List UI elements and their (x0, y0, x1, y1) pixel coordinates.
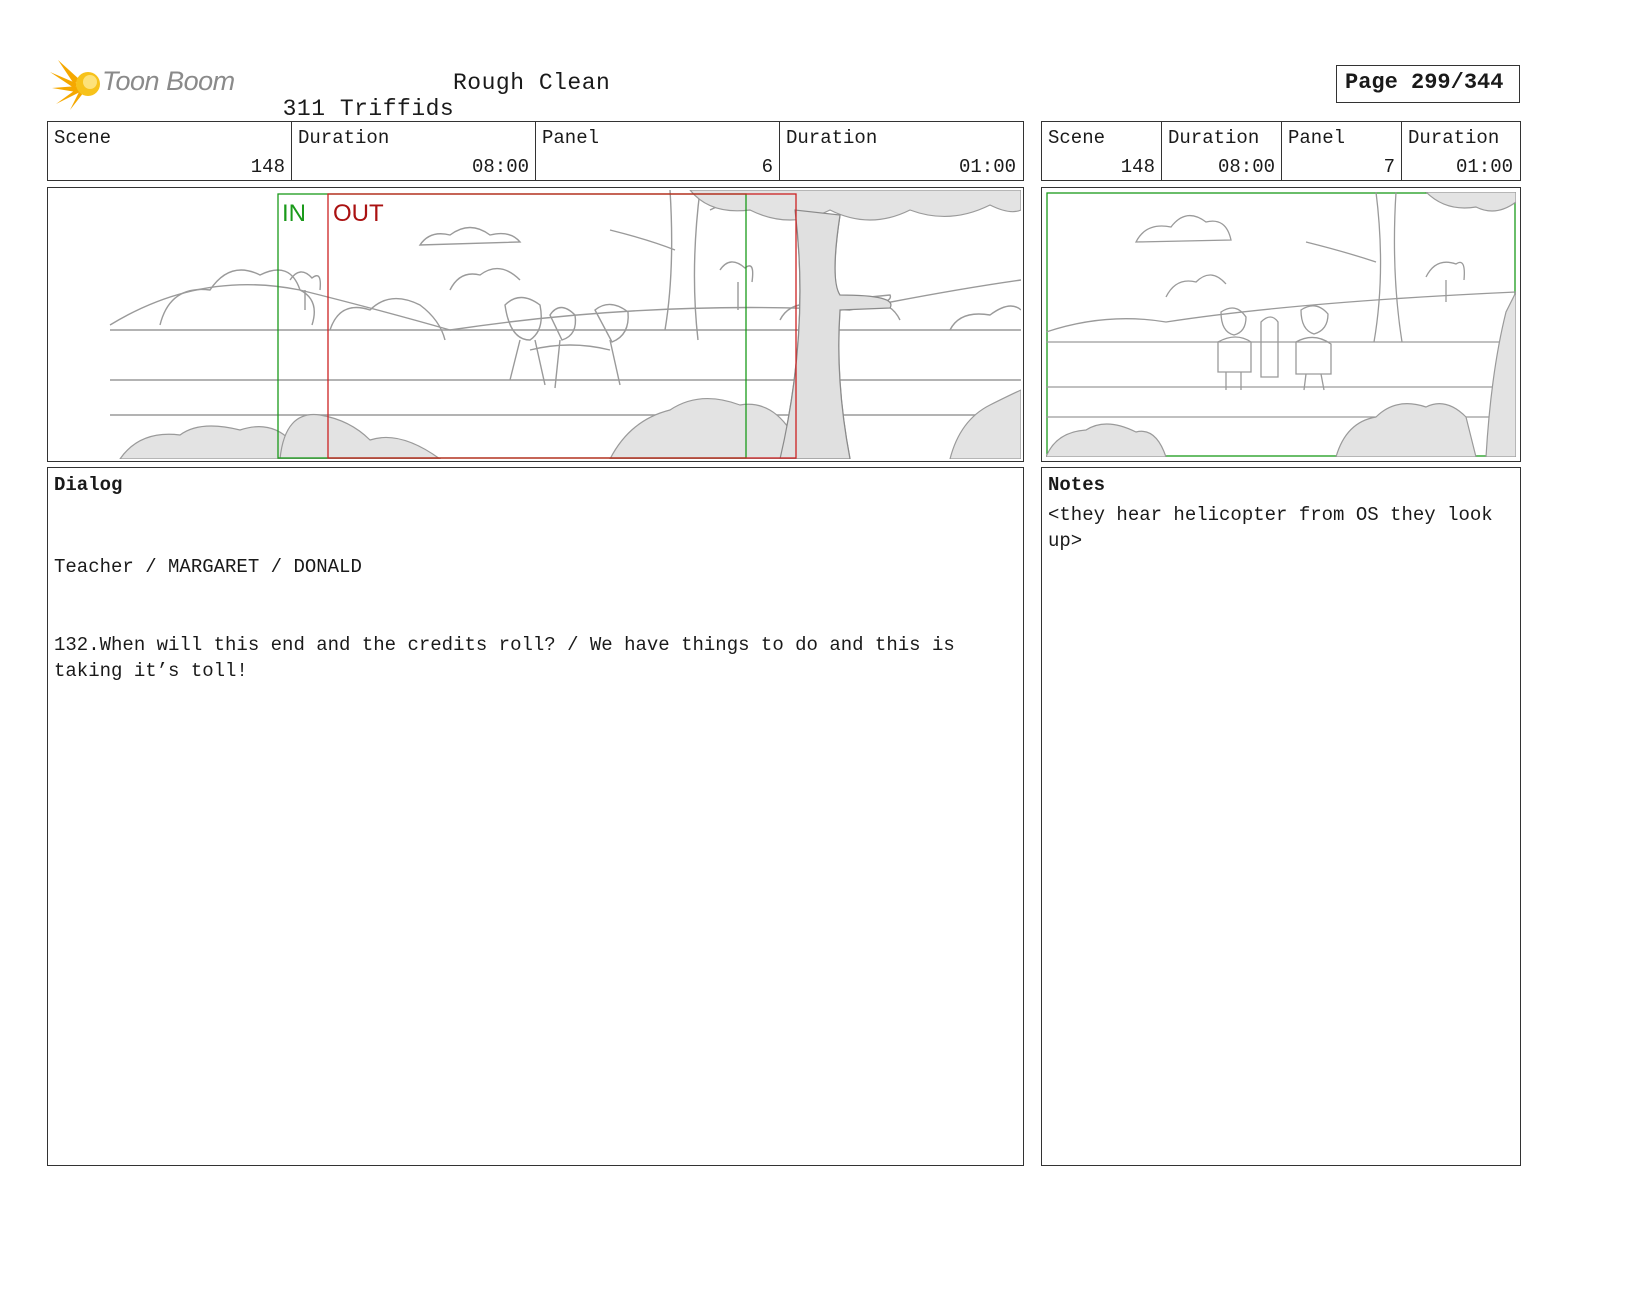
panel-cell: Panel 7 (1282, 122, 1402, 180)
version-label: Rough Clean (453, 70, 611, 96)
dialog-text: 132.When will this end and the credits r… (54, 634, 955, 682)
dialog-section: Dialog Teacher / MARGARET / DONALD 132.W… (47, 467, 1024, 1166)
storyboard-frame-right (1041, 187, 1521, 462)
dialog-characters: Teacher / MARGARET / DONALD (54, 556, 362, 578)
panel-cell: Panel 6 (536, 122, 780, 180)
sketch-image-right (1046, 192, 1516, 457)
panel-value: 7 (1383, 156, 1395, 178)
panel-duration-label: Duration (786, 127, 878, 149)
scene-label: Scene (54, 127, 112, 149)
panel-info-right: Scene 148 Duration 08:00 Panel 7 Duratio… (1041, 121, 1521, 181)
panel-duration-value: 01:00 (958, 156, 1016, 178)
notes-section: Notes <they hear helicopter from OS they… (1041, 467, 1521, 1166)
panel-duration-cell: Duration 01:00 (780, 122, 1022, 180)
scene-cell: Scene 148 (48, 122, 292, 180)
logo-text: Toon Boom (102, 66, 235, 96)
sketch-image-left: IN OUT (50, 190, 1021, 459)
dialog-title: Dialog (54, 474, 123, 496)
sun-burst-icon (50, 60, 100, 110)
panel-duration-label: Duration (1408, 127, 1500, 149)
scene-label: Scene (1048, 127, 1106, 149)
panel-value: 6 (761, 156, 773, 178)
storyboard-frame-left: IN OUT (47, 187, 1024, 462)
scene-value: 148 (1120, 156, 1155, 178)
in-marker-label: IN (282, 200, 306, 227)
notes-text: <they hear helicopter from OS they look … (1048, 504, 1493, 552)
scene-duration-cell: Duration 08:00 (1162, 122, 1282, 180)
out-marker-label: OUT (333, 200, 384, 227)
project-title: 311 Triffids (254, 70, 454, 122)
duration-label: Duration (1168, 127, 1260, 149)
page-indicator: Page 299/344 (1336, 65, 1520, 103)
panel-info-left: Scene 148 Duration 08:00 Panel 6 Duratio… (47, 121, 1024, 181)
scene-cell: Scene 148 (1042, 122, 1162, 180)
duration-label: Duration (298, 127, 390, 149)
duration-value: 08:00 (471, 156, 529, 178)
scene-value: 148 (250, 156, 285, 178)
panel-duration-cell: Duration 01:00 (1402, 122, 1519, 180)
toon-boom-logo: Toon Boom (50, 58, 240, 110)
notes-title: Notes (1048, 474, 1106, 496)
panel-label: Panel (542, 127, 600, 149)
dialog-content: Teacher / MARGARET / DONALD 132.When wil… (54, 502, 1017, 736)
scene-duration-cell: Duration 08:00 (292, 122, 536, 180)
duration-value: 08:00 (1217, 156, 1275, 178)
panel-duration-value: 01:00 (1455, 156, 1513, 178)
panel-label: Panel (1288, 127, 1346, 149)
project-name: 311 Triffids (282, 96, 455, 122)
